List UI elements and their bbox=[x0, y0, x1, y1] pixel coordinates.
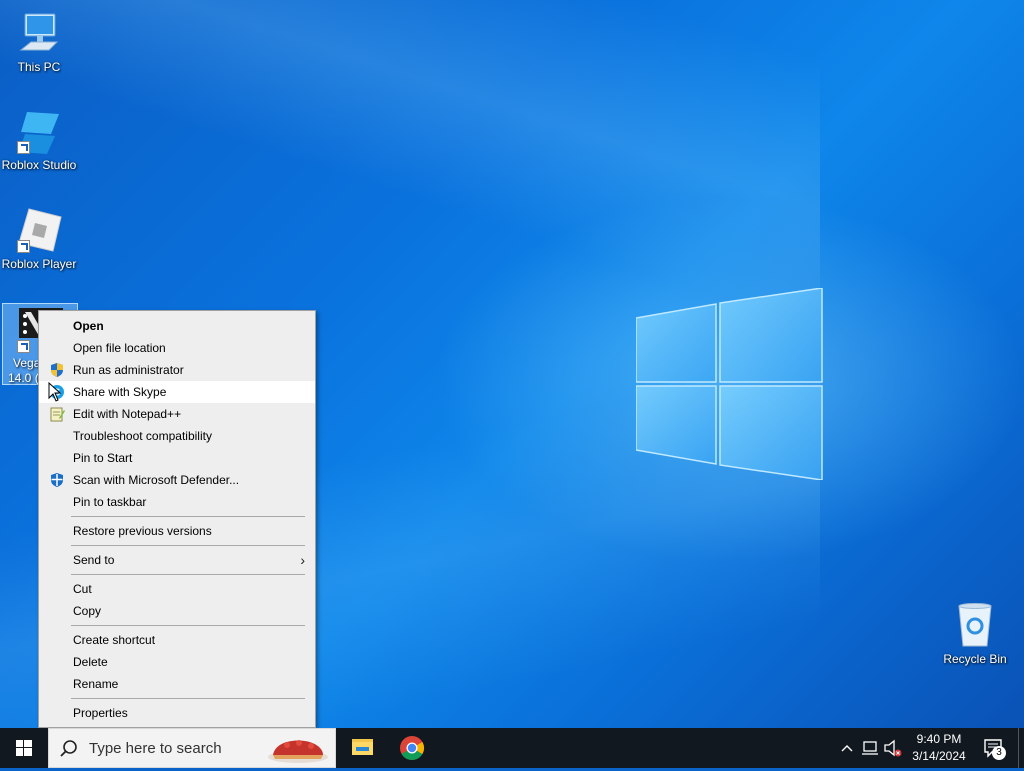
desktop-icon-roblox-studio[interactable]: Roblox Studio bbox=[0, 108, 78, 172]
notification-center-button[interactable]: 3 bbox=[980, 734, 1008, 762]
roblox-player-icon bbox=[15, 207, 63, 255]
system-tray bbox=[838, 728, 902, 768]
menu-item-label: Pin to Start bbox=[73, 451, 133, 465]
search-placeholder: Type here to search bbox=[89, 740, 222, 757]
menu-item-copy[interactable]: Copy bbox=[39, 600, 315, 622]
menu-item-label: Properties bbox=[73, 706, 128, 720]
menu-item-label: Copy bbox=[73, 604, 102, 618]
desktop-icon-recycle-bin[interactable]: Recycle Bin bbox=[936, 602, 1014, 666]
menu-item-create-shortcut[interactable]: Create shortcut bbox=[39, 629, 315, 651]
menu-item-properties[interactable]: Properties bbox=[39, 702, 315, 724]
menu-item-label: Edit with Notepad++ bbox=[73, 407, 182, 421]
taskbar-chrome[interactable] bbox=[388, 728, 436, 768]
notification-badge: 3 bbox=[992, 746, 1006, 760]
menu-item-label: Restore previous versions bbox=[73, 524, 212, 538]
mouse-cursor-icon bbox=[48, 382, 62, 402]
menu-item-label: Rename bbox=[73, 677, 119, 691]
shortcut-arrow-icon bbox=[17, 340, 30, 353]
menu-separator bbox=[71, 625, 305, 626]
windows-logo-wallpaper bbox=[636, 288, 823, 480]
taskbar-search-box[interactable]: Type here to search bbox=[48, 728, 336, 768]
shortcut-arrow-icon bbox=[17, 141, 30, 154]
menu-item-scan-with-defender[interactable]: Scan with Microsoft Defender... bbox=[39, 469, 315, 491]
menu-item-label: Scan with Microsoft Defender... bbox=[73, 473, 240, 487]
menu-separator bbox=[71, 574, 305, 575]
menu-item-restore-previous-versions[interactable]: Restore previous versions bbox=[39, 520, 315, 542]
recycle-bin-icon bbox=[951, 602, 999, 650]
menu-item-cut[interactable]: Cut bbox=[39, 578, 315, 600]
desktop[interactable]: This PC Roblox Studio Roblox Player Vega… bbox=[0, 0, 1024, 728]
windows-start-icon bbox=[16, 740, 32, 756]
menu-item-label: Create shortcut bbox=[73, 633, 156, 647]
menu-item-share-with-skype[interactable]: S Share with Skype bbox=[39, 381, 315, 403]
start-button[interactable] bbox=[0, 728, 48, 768]
chevron-up-icon[interactable] bbox=[838, 728, 856, 768]
menu-separator bbox=[71, 516, 305, 517]
desktop-icon-label: Vega bbox=[13, 356, 41, 370]
desktop-icon-label-line2: 14.0 ( bbox=[8, 371, 39, 385]
menu-item-label: Send to bbox=[73, 553, 115, 567]
clock-date: 3/14/2024 bbox=[912, 749, 966, 763]
file-explorer-icon bbox=[352, 739, 373, 755]
menu-item-open[interactable]: Open bbox=[39, 315, 315, 337]
menu-item-rename[interactable]: Rename bbox=[39, 673, 315, 695]
menu-item-open-file-location[interactable]: Open file location bbox=[39, 337, 315, 359]
menu-item-delete[interactable]: Delete bbox=[39, 651, 315, 673]
menu-item-troubleshoot-compatibility[interactable]: Troubleshoot compatibility bbox=[39, 425, 315, 447]
computer-icon bbox=[15, 10, 63, 58]
light-beam-upper bbox=[0, 0, 820, 330]
menu-item-label: Open bbox=[73, 319, 104, 333]
menu-item-send-to[interactable]: Send to › bbox=[39, 549, 315, 571]
network-icon[interactable] bbox=[860, 728, 880, 768]
taskbar-file-explorer[interactable] bbox=[338, 728, 386, 768]
taskbar-clock[interactable]: 9:40 PM 3/14/2024 bbox=[902, 731, 976, 765]
chevron-right-icon: › bbox=[300, 552, 305, 568]
menu-item-label: Open file location bbox=[73, 341, 166, 355]
menu-item-edit-with-notepadpp[interactable]: Edit with Notepad++ bbox=[39, 403, 315, 425]
desktop-icon-label: This PC bbox=[17, 60, 61, 74]
shortcut-arrow-icon bbox=[17, 240, 30, 253]
menu-item-label: Share with Skype bbox=[73, 385, 167, 399]
desktop-icon-roblox-player[interactable]: Roblox Player bbox=[0, 207, 78, 271]
roblox-studio-icon bbox=[15, 108, 63, 156]
chrome-icon bbox=[400, 736, 425, 761]
menu-item-label: Delete bbox=[73, 655, 108, 669]
clock-time: 9:40 PM bbox=[916, 732, 962, 746]
menu-item-label: Troubleshoot compatibility bbox=[73, 429, 212, 443]
desktop-icon-label: Roblox Player bbox=[1, 257, 77, 271]
pi-day-pie-icon bbox=[268, 740, 328, 763]
uac-shield-icon bbox=[51, 363, 63, 377]
taskbar: Type here to search 9:40 PM 3/14/2024 3 bbox=[0, 728, 1024, 768]
menu-item-label: Pin to taskbar bbox=[73, 495, 147, 509]
desktop-icon-label: Roblox Studio bbox=[1, 158, 77, 172]
menu-item-label: Cut bbox=[73, 582, 92, 596]
desktop-icon-label: Recycle Bin bbox=[943, 652, 1007, 666]
show-desktop-button[interactable] bbox=[1018, 728, 1024, 768]
context-menu: Open Open file location Run as administr… bbox=[38, 310, 316, 728]
desktop-icon-this-pc[interactable]: This PC bbox=[0, 10, 78, 74]
volume-muted-icon[interactable] bbox=[882, 728, 902, 768]
notepadpp-icon bbox=[50, 407, 65, 422]
menu-separator bbox=[71, 698, 305, 699]
menu-item-pin-to-taskbar[interactable]: Pin to taskbar bbox=[39, 491, 315, 513]
menu-item-pin-to-start[interactable]: Pin to Start bbox=[39, 447, 315, 469]
menu-item-label: Run as administrator bbox=[73, 363, 184, 377]
search-icon bbox=[60, 740, 77, 757]
defender-icon bbox=[51, 473, 63, 487]
menu-separator bbox=[71, 545, 305, 546]
menu-item-run-as-administrator[interactable]: Run as administrator bbox=[39, 359, 315, 381]
